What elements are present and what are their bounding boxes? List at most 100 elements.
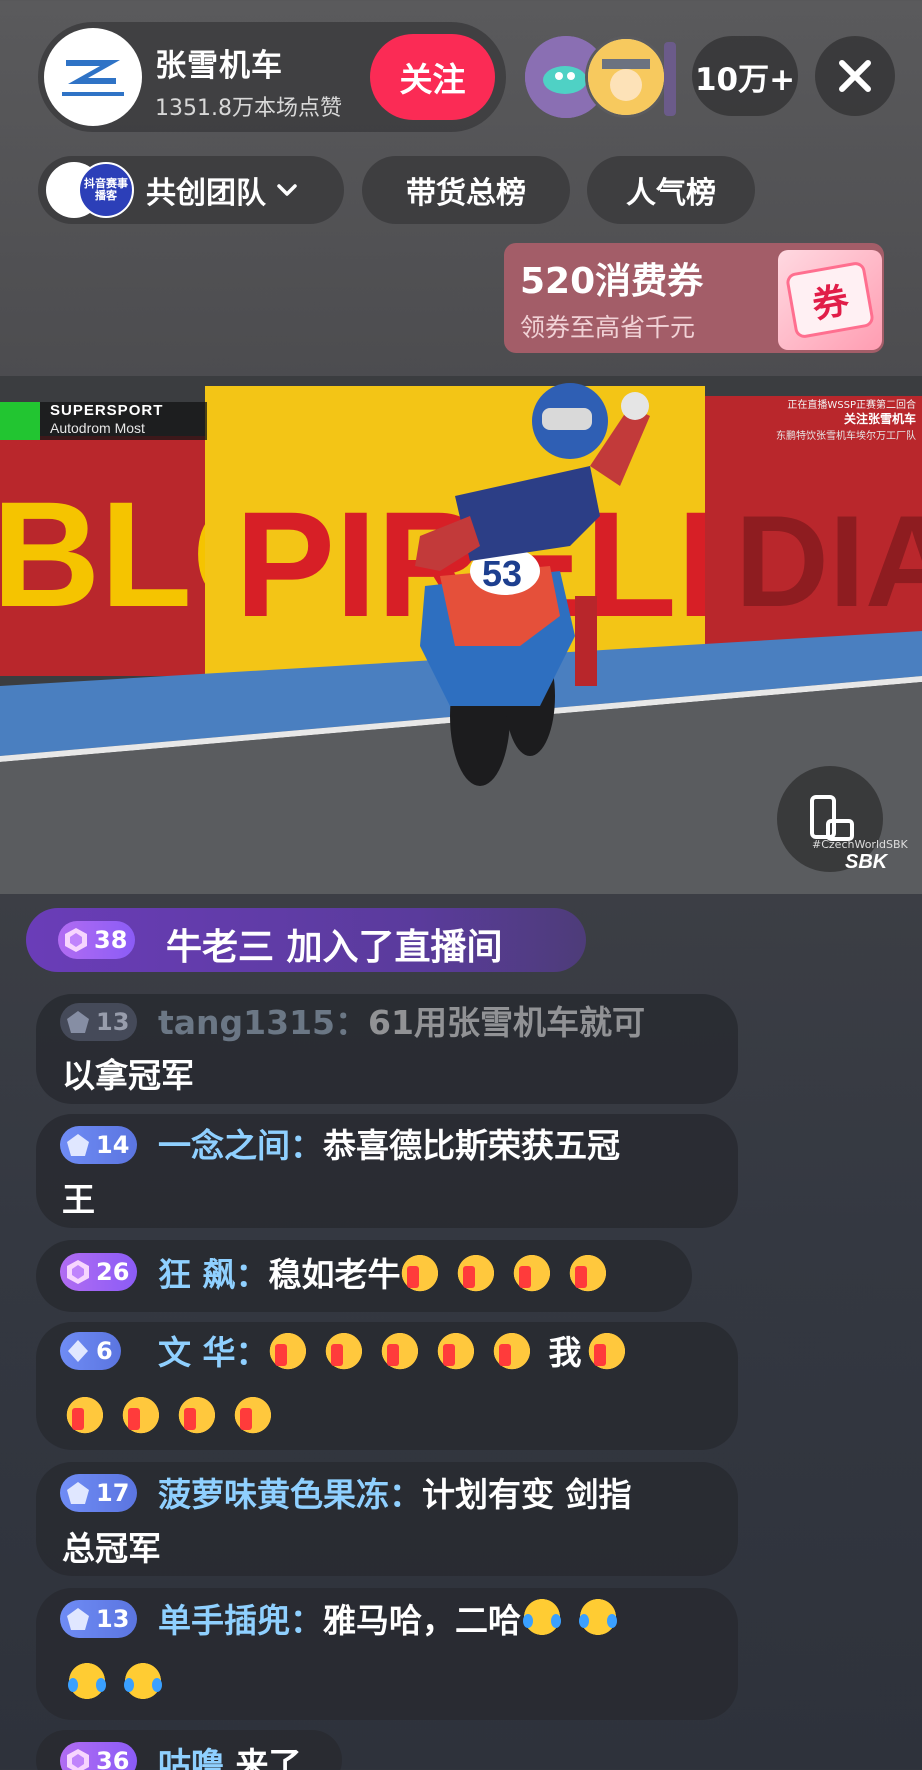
coupon-ticket-icon: 券 <box>784 260 876 340</box>
chat-text: 来了 <box>235 1745 302 1770</box>
thumbs-up-icon <box>324 1328 367 1370</box>
chat-line: 咕噜 来了 <box>158 1740 302 1770</box>
banner-right-text: DIAB <box>735 488 922 634</box>
thumbs-up-icon <box>122 1392 164 1434</box>
thumbs-up-icon <box>436 1328 479 1370</box>
thumbs-up-icon <box>178 1392 220 1434</box>
coupon-icon[interactable]: 券 <box>778 250 882 350</box>
viewer-avatar[interactable] <box>585 36 667 118</box>
user-level-badge: 13 <box>60 1600 138 1638</box>
gem-icon <box>65 928 87 952</box>
anchor-avatar[interactable] <box>44 28 142 126</box>
user-level: 36 <box>96 1747 130 1770</box>
chat-text: 稳如老牛 <box>268 1255 401 1294</box>
live-caption-line2: 关注张雪机车 <box>843 412 916 426</box>
gem-icon <box>67 1482 89 1504</box>
chat-text: 恭喜德比斯荣获五冠 <box>323 1126 620 1165</box>
anchor-like-count: 1351.8万本场点赞 <box>155 96 342 121</box>
chat-text: 我 <box>548 1333 582 1372</box>
chat-line: 王 <box>62 1175 95 1225</box>
chat-username[interactable]: 单手插兜： <box>158 1601 323 1640</box>
chat-username[interactable]: 菠萝味黄色果冻： <box>158 1475 422 1514</box>
close-button[interactable] <box>815 36 895 116</box>
bike-number: 53 <box>482 553 522 594</box>
chat-line: 狂 飙：稳如老牛 <box>158 1250 625 1300</box>
chat-username[interactable]: 文 华： <box>158 1333 269 1372</box>
chat-line: tang1315：61用张雪机车就可 <box>158 998 645 1048</box>
sales-ranking-tab[interactable]: 带货总榜 <box>362 156 570 224</box>
user-level: 13 <box>96 1008 130 1036</box>
chat-text: 雅马哈，二哈 <box>323 1601 521 1640</box>
gem-icon <box>67 1011 89 1033</box>
user-level-badge: 14 <box>60 1126 138 1164</box>
team-badge: 抖音赛事播客 <box>78 162 134 218</box>
chevron-down-icon <box>277 184 297 196</box>
user-level: 17 <box>96 1479 130 1507</box>
user-level-badge: 36 <box>60 1742 138 1770</box>
laugh-cry-icon <box>577 1596 619 1638</box>
user-level: 38 <box>94 926 128 954</box>
thumbs-up-icon <box>456 1250 499 1292</box>
user-level: 26 <box>96 1258 130 1286</box>
thumbs-up-icon <box>234 1392 276 1434</box>
viewer-avatar[interactable] <box>664 42 676 116</box>
chat-text: 王 <box>62 1180 95 1219</box>
user-level: 6 <box>96 1337 113 1365</box>
close-icon <box>839 60 871 92</box>
thumbs-up-icon <box>400 1250 443 1292</box>
chat-username[interactable]: tang1315： <box>158 1003 368 1042</box>
chat-line <box>66 1392 290 1442</box>
thumbs-up-icon <box>66 1392 108 1434</box>
sbk-logo: SBK <box>845 851 888 873</box>
chat-username[interactable]: 狂 飙： <box>158 1255 269 1294</box>
chat-line: 文 华： 我 <box>158 1328 644 1378</box>
chat-line: 总冠军 <box>62 1524 161 1574</box>
gem-icon <box>68 1340 88 1362</box>
user-level-badge: 13 <box>60 1003 138 1041</box>
gem-icon <box>67 1749 89 1770</box>
anchor-name[interactable]: 张雪机车 <box>155 40 283 85</box>
thumbs-up-icon <box>587 1328 630 1370</box>
chat-username[interactable]: 一念之间： <box>158 1126 323 1165</box>
chat-username[interactable]: 咕噜 <box>158 1745 224 1770</box>
chat-text: 61用张雪机车就可 <box>368 1003 645 1042</box>
thumbs-up-icon <box>512 1250 555 1292</box>
laugh-cry-icon <box>521 1596 563 1638</box>
user-level: 13 <box>96 1605 130 1633</box>
series-overlay-accent <box>0 402 40 440</box>
user-level-badge: 26 <box>60 1253 138 1291</box>
chat-text: 总冠军 <box>62 1529 161 1568</box>
popularity-ranking-tab[interactable]: 人气榜 <box>587 156 755 224</box>
gem-icon <box>67 1134 89 1156</box>
gem-icon <box>67 1608 89 1630</box>
thumbs-up-icon <box>380 1328 423 1370</box>
thumbs-up-icon <box>568 1250 611 1292</box>
sbk-hashtag: #CzechWorldSBK <box>812 838 908 851</box>
chat-text: 计划有变 剑指 <box>422 1475 632 1514</box>
series-title: SUPERSPORT <box>50 402 164 419</box>
gem-icon <box>67 1260 89 1284</box>
user-level-badge: 17 <box>60 1474 138 1512</box>
laugh-cry-icon <box>122 1660 164 1702</box>
chat-text: 以拿冠军 <box>62 1056 194 1095</box>
co-creation-team-button[interactable]: 抖音赛事播客 共创团队 <box>38 156 344 224</box>
live-caption-line1: 正在直播WSSP正赛第二回合 <box>787 400 916 411</box>
thumbs-up-icon <box>492 1328 535 1370</box>
chat-line: 以拿冠军 <box>62 1051 194 1101</box>
user-level-badge: 6 <box>60 1332 121 1370</box>
chat-line: 一念之间：恭喜德比斯荣获五冠 <box>158 1121 620 1171</box>
series-venue: Autodrom Most <box>50 420 145 436</box>
chat-line: 菠萝味黄色果冻：计划有变 剑指 <box>158 1470 632 1520</box>
coupon-title: 520消费券 <box>520 261 704 302</box>
chat-line <box>66 1660 178 1710</box>
laugh-cry-icon <box>66 1660 108 1702</box>
viewer-count[interactable]: 10万+ <box>692 36 798 116</box>
live-caption-line3: 东鹏特饮张雪机车埃尔万工厂队 <box>776 431 916 442</box>
anchor-logo-icon <box>62 60 124 96</box>
user-level: 14 <box>96 1131 130 1159</box>
coupon-subtitle: 领券至高省千元 <box>520 313 696 342</box>
chat-line: 单手插兜：雅马哈，二哈 <box>158 1596 633 1646</box>
team-label: 共创团队 <box>146 176 266 211</box>
follow-button[interactable]: 关注 <box>370 34 495 120</box>
user-level-badge: 38 <box>58 921 136 959</box>
